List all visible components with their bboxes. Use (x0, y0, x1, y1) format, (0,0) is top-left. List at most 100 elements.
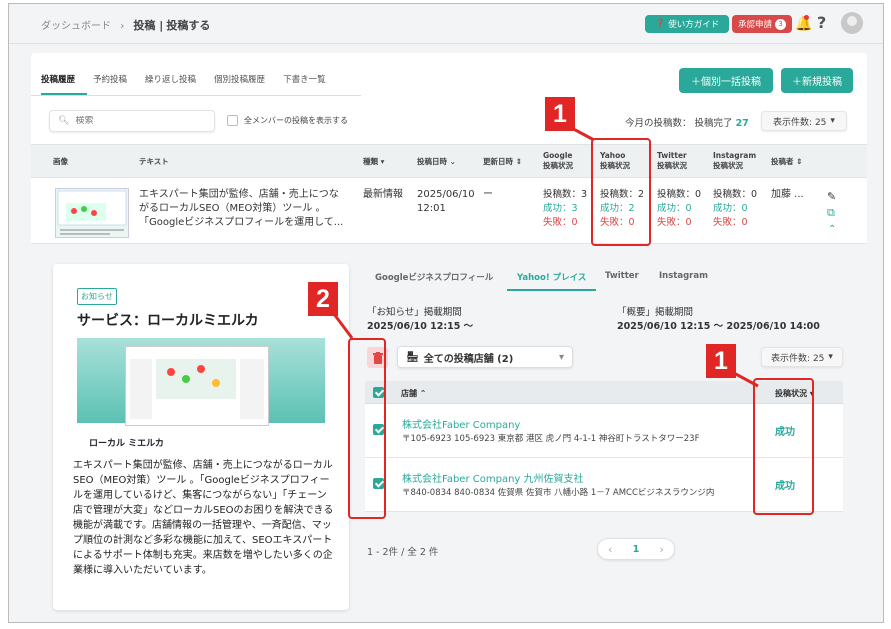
col-updated[interactable]: 更新日時 ⇕ (483, 157, 522, 167)
caret-down-icon: ▾ (558, 351, 564, 363)
store-select[interactable]: 🏪︎ 全ての投稿店舗 (2) ▾ (397, 346, 573, 368)
marker-arrow (567, 124, 595, 142)
highlight-checkboxes (348, 338, 386, 519)
all-members-toggle[interactable]: 全メンバーの投稿を表示する (227, 115, 348, 126)
tab-divider (31, 95, 361, 96)
preview-body-text: エキスパート集団が監修、店舗・売上につながるローカルSEO（MEO対策）ツール … (73, 460, 334, 576)
col-instagram-subtitle: 投稿状況 (713, 161, 743, 170)
post-detail-panel: お知らせ サービス：ローカルミエルカ ローカル ミエルカ エキスパート集団が監修… (31, 244, 867, 621)
breadcrumb-dashboard[interactable]: ダッシュボード (41, 21, 111, 32)
store-select-value: 全ての投稿店舗 (2) (423, 353, 514, 365)
post-updated: ー (483, 189, 493, 200)
preview-map-graphic (130, 359, 264, 419)
bell-icon[interactable]: 🔔 (795, 15, 812, 32)
search-icon: 🔍︎ (58, 116, 70, 126)
col-type-label: 種類 (363, 157, 378, 166)
chevron-right-icon[interactable]: › (660, 543, 664, 556)
marker-arrow (731, 370, 759, 388)
copy-icon[interactable]: ⧉ (827, 206, 835, 220)
all-members-checkbox[interactable] (227, 115, 238, 126)
notice-period: 「お知らせ」掲載期間 2025/06/10 12:15 〜 (367, 306, 473, 334)
tab-post-history[interactable]: 投稿履歴 (41, 73, 88, 95)
col-google-title: Google (543, 151, 573, 160)
store-per-page-select[interactable]: 表示件数: 25 ▾ (761, 347, 843, 367)
post-text-line: エキスパート集団が監修、店舗・売上につな (139, 189, 339, 200)
store-name-link[interactable]: 株式会社Faber Company (402, 416, 520, 431)
col-google-status: Google 投稿状況 (543, 151, 573, 171)
approval-request-label: 承認申請 (737, 20, 772, 30)
new-post-button[interactable]: ＋新規投稿 (781, 68, 853, 93)
col-store[interactable]: 店舗 ⌃ (401, 388, 427, 399)
platform-tabs: Googleビジネスプロフィール Yahoo! プレイス Twitter Ins… (367, 264, 847, 294)
tab-individual-history[interactable]: 個別投稿履歴 (214, 73, 277, 95)
main-card: 投稿履歴 予約投稿 繰り返し投稿 個別投稿履歴 下書き一覧 ＋個別一括投稿 ＋新… (31, 53, 867, 621)
breadcrumb: ダッシュボード › 投稿 | 投稿する (41, 17, 210, 33)
table-row[interactable]: エキスパート集団が監修、店舗・売上につな がるローカルSEO（MEO対策）ツール… (31, 178, 867, 244)
approval-request-button[interactable]: 承認申請 3 (732, 15, 792, 33)
breadcrumb-post[interactable]: 投稿 | (133, 19, 163, 32)
tab-google-business[interactable]: Googleビジネスプロフィール (375, 271, 493, 283)
search-box: 🔍︎ (49, 110, 215, 132)
table-header: 画像 テキスト 種類 ▾ 投稿日時 ⌄ 更新日時 ⇕ Google 投稿状況 Ya… (31, 144, 867, 178)
post-date-time: 12:01 (417, 203, 446, 214)
breadcrumb-current: 投稿する (166, 19, 211, 32)
col-type[interactable]: 種類 ▾ (363, 157, 384, 167)
usage-guide-button[interactable]: ❓ 使い方ガイド (645, 15, 729, 33)
help-icon[interactable]: ? (817, 13, 826, 32)
tab-recurring[interactable]: 繰り返し投稿 (145, 73, 208, 95)
col-twitter-subtitle: 投稿状況 (657, 161, 687, 170)
post-tabs: 投稿履歴 予約投稿 繰り返し投稿 個別投稿履歴 下書き一覧 (41, 73, 344, 95)
instagram-fail: 失敗：0 (713, 217, 748, 228)
col-post-date[interactable]: 投稿日時 ⌄ (417, 157, 456, 167)
thumbnail-image (57, 190, 127, 235)
store-icon: 🏪︎ (406, 351, 419, 363)
col-image: 画像 (53, 157, 68, 166)
page-number[interactable]: 1 (633, 544, 640, 555)
marker-arrow (332, 313, 354, 339)
instagram-count: 投稿数：0 (713, 189, 758, 200)
top-bar: ダッシュボード › 投稿 | 投稿する ❓ 使い方ガイド 承認申請 3 🔔 ? (9, 4, 883, 44)
twitter-fail: 失敗：0 (657, 217, 692, 228)
bulk-post-button[interactable]: ＋個別一括投稿 (679, 68, 773, 93)
app-window: ダッシュボード › 投稿 | 投稿する ❓ 使い方ガイド 承認申請 3 🔔 ? … (8, 3, 884, 623)
store-per-page-value: 表示件数: 25 (771, 353, 825, 364)
summary-period-value: 2025/06/10 12:15 〜 2025/06/10 14:00 (617, 321, 820, 332)
tab-yahoo-place[interactable]: Yahoo! プレイス (507, 271, 597, 291)
edit-icon[interactable]: ✎ (827, 190, 836, 203)
col-twitter-title: Twitter (657, 151, 687, 160)
tab-twitter[interactable]: Twitter (605, 271, 639, 281)
store-name-link[interactable]: 株式会社Faber Company 九州佐賀支社 (402, 470, 584, 485)
paging-summary: 1 - 2件 / 全 2 件 (367, 547, 439, 558)
post-date: 2025/06/10 12:01 (417, 188, 475, 216)
tab-drafts[interactable]: 下書き一覧 (283, 73, 338, 95)
search-input[interactable] (75, 116, 196, 126)
pagination: ‹ 1 › (597, 538, 675, 560)
chevron-left-icon[interactable]: ‹ (608, 543, 612, 556)
col-poster[interactable]: 投稿者 ⇕ (771, 157, 802, 167)
col-instagram-status: Instagram 投稿状況 (713, 151, 756, 171)
caret-down-icon: ▾ (828, 352, 833, 362)
col-store-label: 店舗 (401, 389, 417, 398)
local-mieruca-logo: ローカル ミエルカ (89, 439, 164, 449)
per-page-select[interactable]: 表示件数: 25 ▾ (761, 111, 847, 131)
chevron-up-icon[interactable]: ⌃ (828, 224, 836, 235)
instagram-status: 投稿数：0 成功：0 失敗：0 (713, 188, 757, 230)
col-google-subtitle: 投稿状況 (543, 161, 573, 170)
highlight-post-status (753, 378, 814, 515)
tab-instagram[interactable]: Instagram (659, 271, 708, 281)
col-instagram-title: Instagram (713, 151, 757, 160)
notice-period-value: 2025/06/10 12:15 〜 (367, 321, 474, 332)
google-fail: 失敗：0 (543, 217, 578, 228)
google-count: 投稿数：3 (543, 189, 588, 200)
col-twitter-status: Twitter 投稿状況 (657, 151, 687, 171)
avatar[interactable] (841, 12, 863, 34)
tab-scheduled[interactable]: 予約投稿 (93, 73, 139, 95)
store-address: 〒840-0834 840-0834 佐賀県 佐賀市 八幡小路 1－7 AMCC… (402, 488, 715, 498)
twitter-status: 投稿数：0 成功：0 失敗：0 (657, 188, 701, 230)
twitter-success: 成功：0 (657, 203, 692, 214)
highlight-yahoo-status (591, 138, 651, 246)
monthly-count-label: 今月の投稿数： 投稿完了 (625, 118, 733, 129)
marker-2: 2 (308, 282, 338, 316)
post-text-line: がるローカルSEO（MEO対策）ツール 。 (139, 203, 326, 214)
twitter-count: 投稿数：0 (657, 189, 702, 200)
